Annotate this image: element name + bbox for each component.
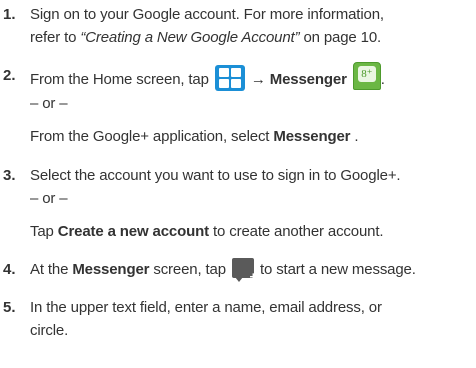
step-4-mid: screen, tap — [149, 261, 230, 278]
step-2-text: From the Home screen, tap → Messenger 8⁺. — [30, 62, 385, 92]
step-2-alternative: From the Google+ application, select Mes… — [30, 127, 359, 147]
step-3-alt-pre: Tap — [30, 223, 58, 240]
step-3-number: 3. — [3, 167, 16, 184]
step-5-number: 5. — [3, 299, 16, 316]
step-2-alt-messenger: Messenger — [273, 128, 351, 145]
step-2-messenger-label: Messenger — [269, 70, 347, 88]
step-1-ref-page: on page 10. — [299, 29, 382, 46]
step-2-alt-pre: From the Google+ application, select — [30, 128, 274, 145]
step-3-text: Select the account you want to use to si… — [30, 167, 401, 184]
google-plus-messenger-icon: 8⁺ — [352, 62, 381, 90]
step-4-post: to start a new message. — [255, 261, 416, 278]
step-4-text: At the Messenger screen, tap + to start … — [30, 258, 416, 283]
step-1-reference: refer to “Creating a New Google Account”… — [30, 28, 381, 48]
step-2-arrow: → — [246, 70, 270, 88]
step-1-ref-pre: refer to — [30, 29, 81, 46]
step-2-or: – or – — [30, 95, 68, 112]
step-2-pre: From the Home screen, tap — [30, 70, 213, 88]
step-1-text: Sign on to your Google account. For more… — [30, 6, 384, 23]
step-3-alternative: Tap Create a new account to create anoth… — [30, 222, 384, 242]
instruction-page: 1. Sign on to your Google account. For m… — [0, 0, 476, 368]
home-screen-grid-icon — [214, 65, 245, 91]
step-4-number: 4. — [3, 261, 16, 278]
new-message-icon: + — [231, 258, 257, 283]
step-4-pre: At the — [30, 261, 73, 278]
step-1-ref-title: “Creating a New Google Account” — [80, 29, 300, 46]
step-2-number: 2. — [3, 67, 16, 84]
step-2-post: . — [380, 70, 385, 88]
step-1-number: 1. — [3, 6, 16, 23]
step-4-messenger-label: Messenger — [72, 261, 150, 278]
step-5-continued: circle. — [30, 322, 69, 339]
step-3-alt-post: to create another account. — [209, 223, 384, 240]
step-3-or: – or – — [30, 190, 68, 207]
step-5-text: In the upper text field, enter a name, e… — [30, 299, 382, 316]
step-2-alt-post: . — [350, 128, 359, 145]
step-3-create-account: Create a new account — [57, 223, 209, 240]
